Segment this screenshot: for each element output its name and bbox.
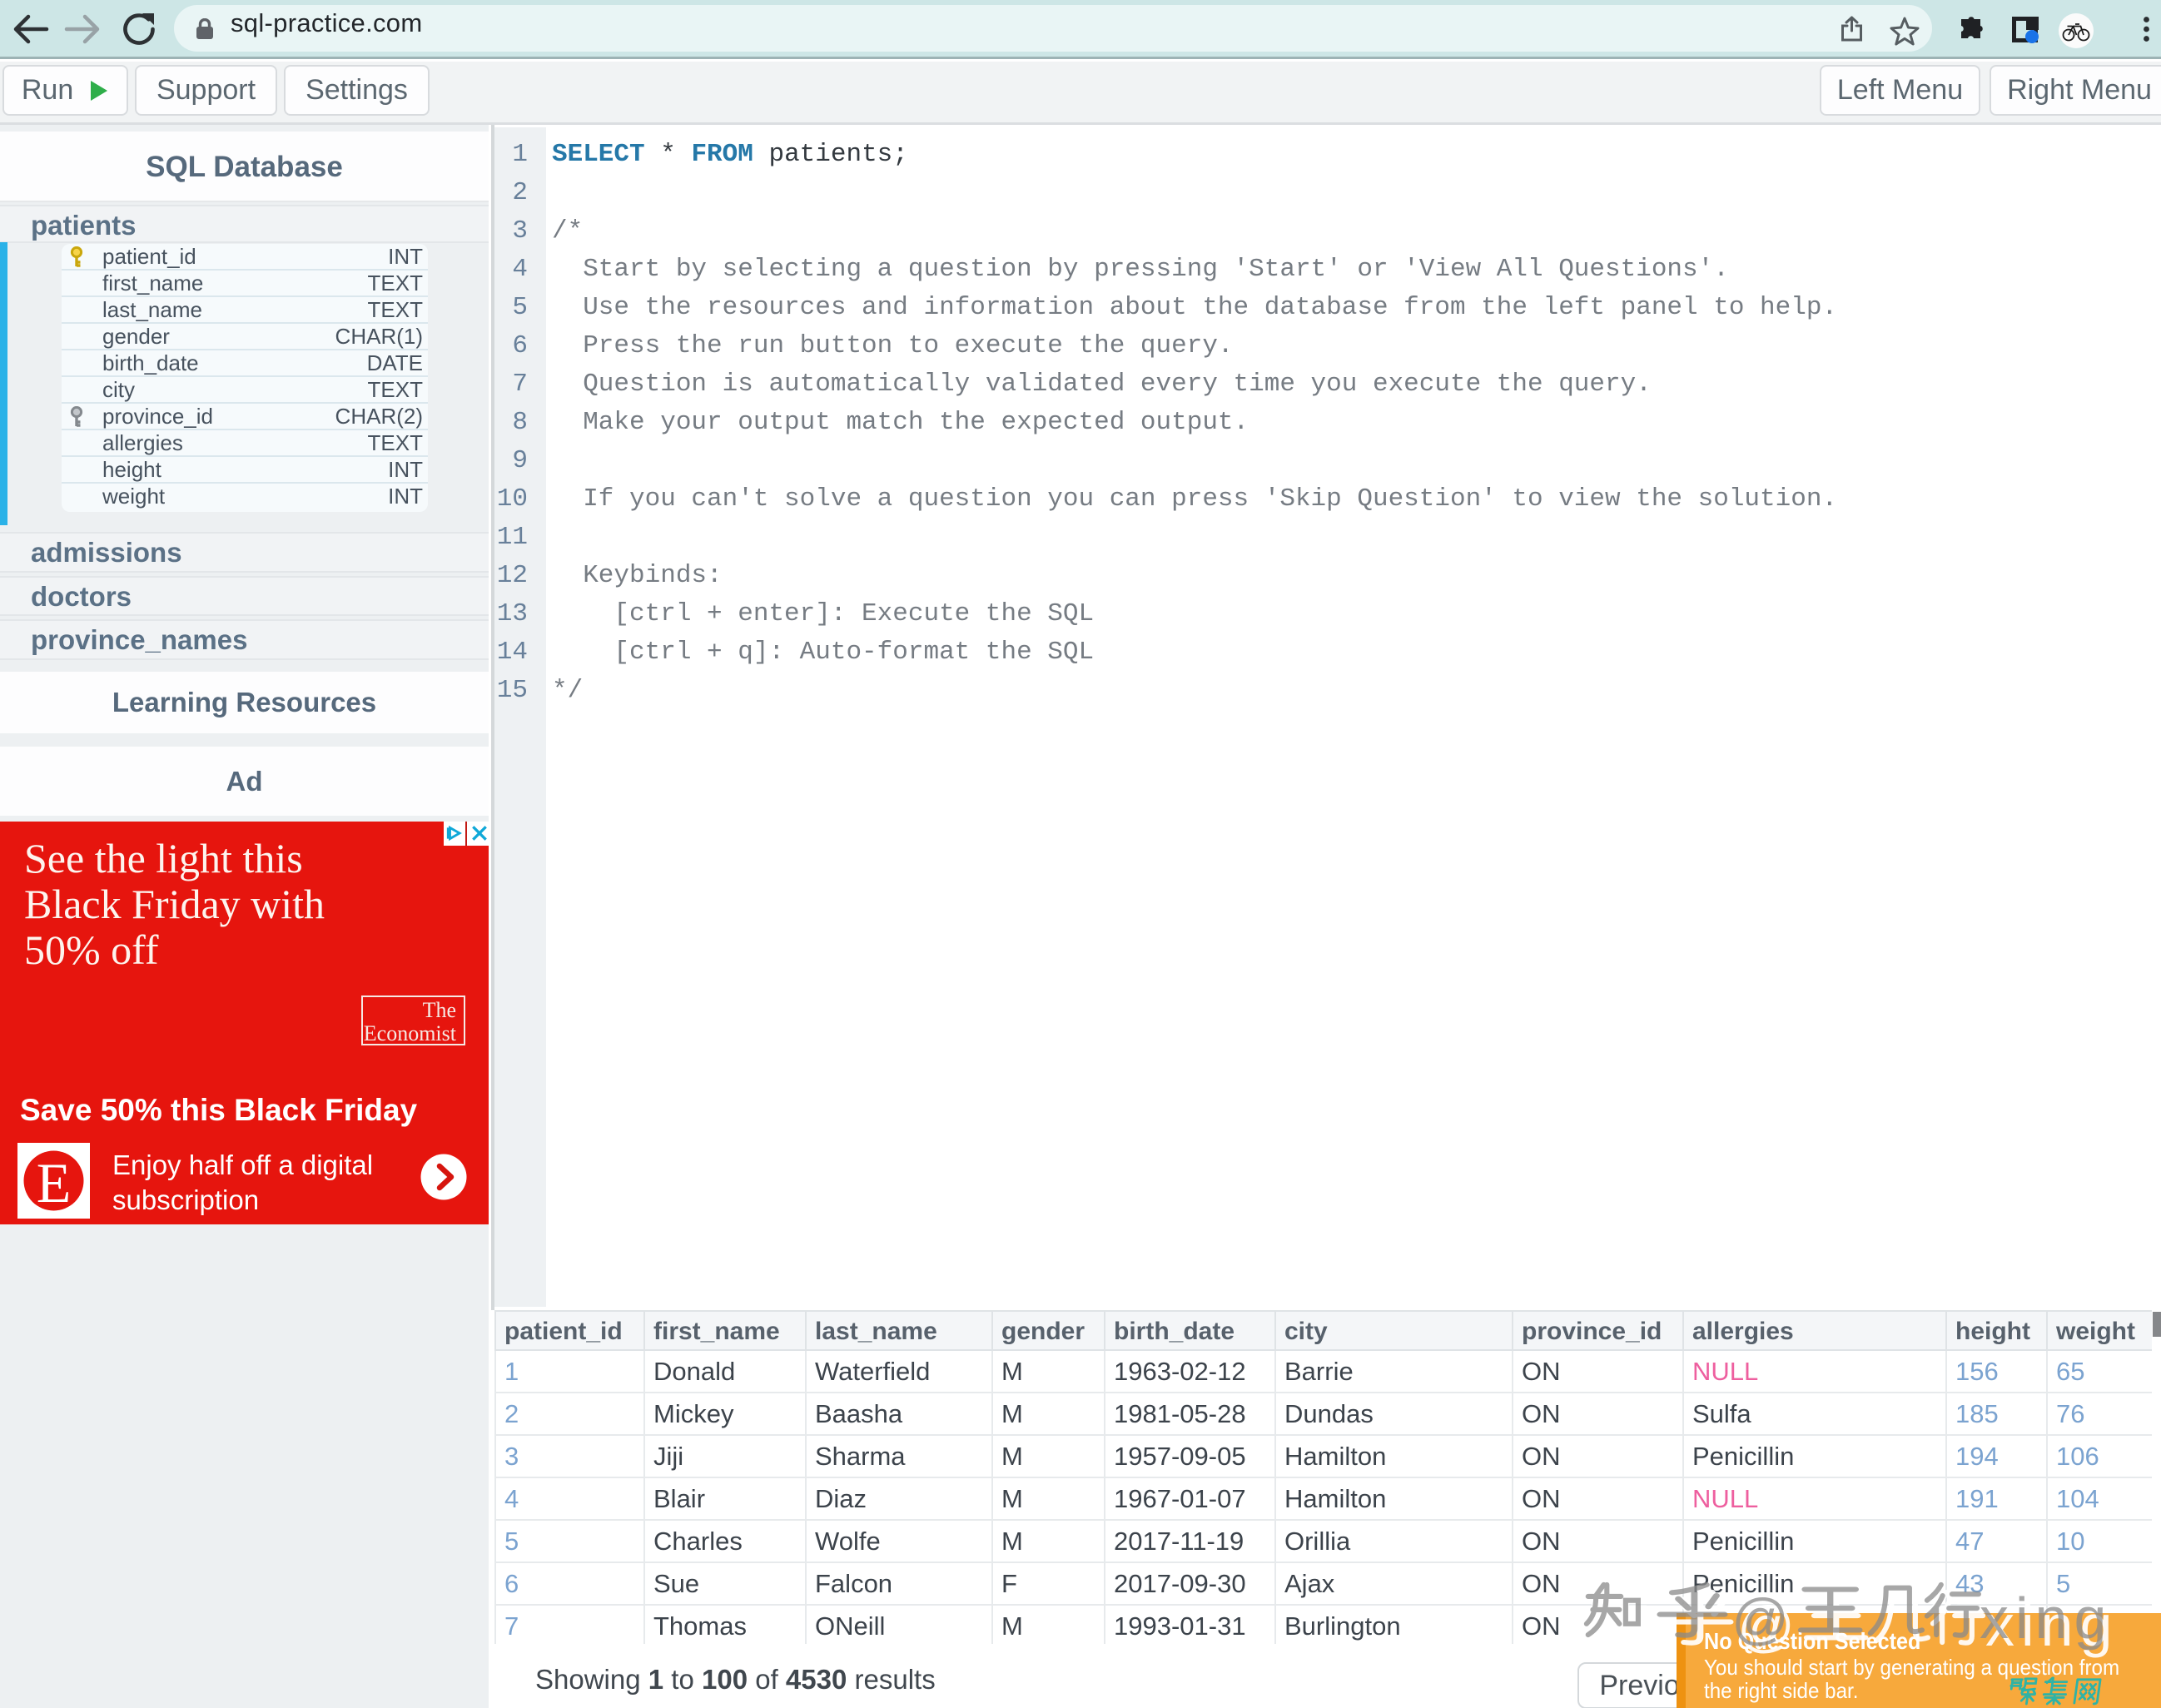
svg-text:E: E [37,1151,72,1211]
